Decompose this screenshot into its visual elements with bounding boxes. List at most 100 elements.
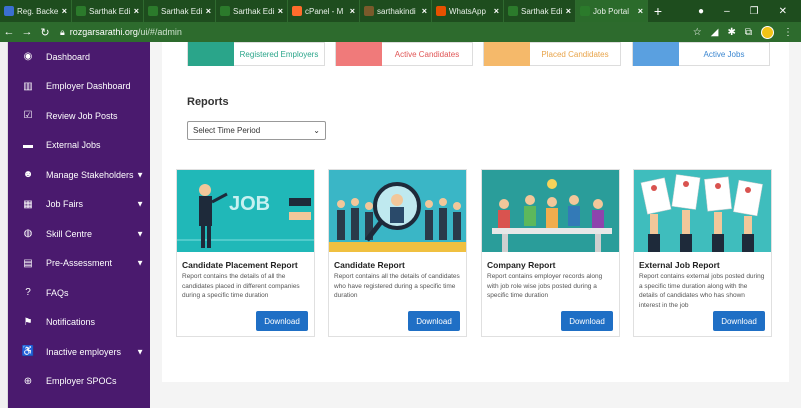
tab-favicon-icon	[580, 6, 590, 16]
report-title: Company Report	[487, 260, 556, 270]
kebab-menu-icon[interactable]: ⋮	[783, 27, 793, 38]
browser-tab[interactable]: Job Portal ×	[576, 0, 648, 22]
tab-close-icon[interactable]: ×	[422, 6, 427, 16]
star-icon[interactable]: ☆	[693, 27, 702, 38]
meeting-illustration	[482, 170, 619, 252]
lock-icon: 🔒︎	[60, 26, 65, 37]
sidebar-item[interactable]: ☑ Review Job Posts	[8, 101, 150, 131]
minimize-icon[interactable]: –	[724, 6, 730, 17]
sidebar-item[interactable]: ▬ External Jobs	[8, 131, 150, 161]
plus-circle-icon: ⊕	[23, 375, 33, 387]
dashboard-icon: ◉	[23, 51, 33, 63]
puzzle-icon[interactable]: ⧉	[745, 27, 752, 38]
headset-icon: ◍	[23, 228, 33, 240]
flag-icon: ⚑	[23, 316, 33, 328]
report-description: Report contains all the details of candi…	[334, 273, 460, 299]
time-period-select[interactable]: Select Time Period ⌄	[187, 121, 326, 140]
signal-icon[interactable]: ◢	[711, 27, 719, 38]
browser-tab[interactable]: cPanel - M ×	[288, 0, 360, 22]
sidebar-item[interactable]: ♿ Inactive employers ▼	[8, 337, 150, 367]
download-button[interactable]: Download	[256, 311, 308, 331]
url-host: rozgarsarathi.org	[69, 27, 138, 37]
stat-label: Registered Employers	[239, 49, 319, 59]
sidebar-item-label: Review Job Posts	[46, 110, 118, 121]
calendar-icon: ▦	[23, 198, 33, 210]
sidebar-item-label: Inactive employers	[46, 346, 122, 357]
report-description: Report contains external jobs posted dur…	[639, 273, 765, 309]
sidebar-item-label: Manage Stakeholders	[46, 169, 134, 180]
download-button[interactable]: Download	[713, 311, 765, 331]
tab-favicon-icon	[436, 6, 446, 16]
tab-favicon-icon	[220, 6, 230, 16]
tab-label: Sarthak Edi	[89, 6, 131, 16]
stat-tile[interactable]: Active Jobs	[632, 42, 770, 66]
address-bar: ← → ↻ 🔒︎ rozgarsarathi.org/ui/#/admin ☆ …	[0, 22, 801, 42]
browser-tab[interactable]: Reg. Backe ×	[0, 0, 72, 22]
stat-icon	[633, 42, 679, 66]
sidebar-item[interactable]: ▦ Job Fairs ▼	[8, 190, 150, 220]
sidebar-item[interactable]: ▥ Employer Dashboard	[8, 72, 150, 102]
url-field[interactable]: 🔒︎ rozgarsarathi.org/ui/#/admin	[60, 27, 182, 38]
tab-close-icon[interactable]: ×	[134, 6, 139, 16]
tab-close-icon[interactable]: ×	[638, 6, 643, 16]
sidebar-item[interactable]: ◉ Dashboard	[8, 42, 150, 72]
browser-tab[interactable]: Sarthak Edi ×	[504, 0, 576, 22]
browser-tab-strip: Reg. Backe × Sarthak Edi × Sarthak Edi × Sarth…	[0, 0, 801, 22]
url-path: /ui/#/admin	[137, 27, 182, 37]
extension-icon[interactable]: ✱	[727, 27, 735, 38]
tab-close-icon[interactable]: ×	[350, 6, 355, 16]
stat-tile[interactable]: Placed Candidates	[483, 42, 621, 66]
tab-close-icon[interactable]: ×	[566, 6, 571, 16]
sidebar-item[interactable]: ⊕ Employer SPOCs	[8, 367, 150, 397]
profile-avatar[interactable]	[761, 25, 774, 39]
new-tab-button[interactable]: +	[648, 3, 668, 19]
browser-tab[interactable]: sarthakindi ×	[360, 0, 432, 22]
stat-label: Placed Candidates	[541, 49, 609, 59]
back-icon[interactable]: ←	[0, 26, 18, 38]
tab-label: Sarthak Edi	[233, 6, 275, 16]
sidebar-item-label: FAQs	[46, 287, 69, 298]
time-period-value: Select Time Period	[193, 126, 261, 135]
job-illustration: JOB	[177, 170, 314, 252]
forward-icon[interactable]: →	[18, 26, 36, 38]
sidebar-item[interactable]: ☻ Manage Stakeholders ▼	[8, 160, 150, 190]
clipboard-icon: ▤	[23, 257, 33, 269]
restore-icon[interactable]: ❐	[750, 6, 759, 17]
browser-tab[interactable]: WhatsApp ×	[432, 0, 504, 22]
browser-tab[interactable]: Sarthak Edi ×	[72, 0, 144, 22]
browser-tab[interactable]: Sarthak Edi ×	[216, 0, 288, 22]
report-title: External Job Report	[639, 260, 720, 270]
download-button[interactable]: Download	[561, 311, 613, 331]
report-card: Company Report Report contains employer r…	[481, 169, 620, 337]
stat-icon	[484, 42, 530, 66]
tab-label: Sarthak Edi	[521, 6, 563, 16]
tab-close-icon[interactable]: ×	[278, 6, 283, 16]
sidebar-item-label: Employer SPOCs	[46, 376, 117, 387]
tab-label: WhatsApp	[449, 6, 486, 16]
close-window-icon[interactable]: ✕	[779, 6, 787, 17]
sidebar-item[interactable]: ⚑ Notifications	[8, 308, 150, 338]
tab-close-icon[interactable]: ×	[62, 6, 67, 16]
sidebar-item-label: External Jobs	[46, 140, 101, 151]
reload-icon[interactable]: ↻	[36, 26, 54, 39]
report-card: JOB Candidate Placement Report Report cont…	[176, 169, 315, 337]
reports-panel: Registered Employers Active Candidates Pla…	[162, 42, 789, 382]
window-controls: ● – ❐ ✕	[698, 0, 801, 22]
sidebar-item-label: Job Fairs	[46, 199, 84, 210]
page-left-edge	[0, 42, 8, 408]
browser-tab[interactable]: Sarthak Edi ×	[144, 0, 216, 22]
review-icon: ☑	[23, 110, 33, 122]
stat-tile[interactable]: Registered Employers	[187, 42, 325, 66]
download-button[interactable]: Download	[408, 311, 460, 331]
sidebar: ◉ Dashboard ▥ Employer Dashboard ☑ Review Job…	[8, 42, 150, 408]
tab-close-icon[interactable]: ×	[494, 6, 499, 16]
tab-favicon-icon	[148, 6, 158, 16]
stat-icon	[336, 42, 382, 66]
sidebar-item[interactable]: ◍ Skill Centre ▼	[8, 219, 150, 249]
sidebar-item[interactable]: ? FAQs	[8, 278, 150, 308]
inactive-user-icon: ♿	[21, 346, 35, 358]
browser-menu-icon[interactable]: ●	[698, 6, 704, 17]
stat-tile[interactable]: Active Candidates	[335, 42, 473, 66]
sidebar-item[interactable]: ▤ Pre-Assessment ▼	[8, 249, 150, 279]
tab-close-icon[interactable]: ×	[206, 6, 211, 16]
